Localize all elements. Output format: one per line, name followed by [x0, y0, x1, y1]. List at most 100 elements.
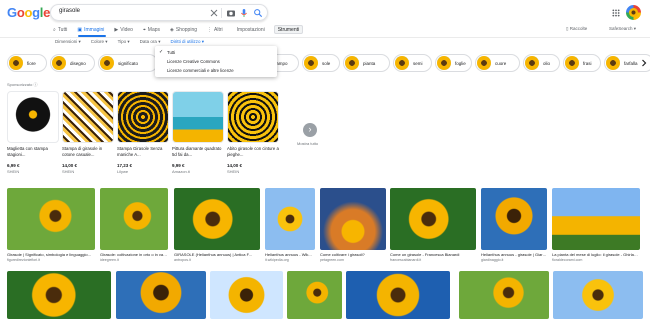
- result-caption[interactable]: GIRASOLE (Helianthus annuus) | Antica F.…: [174, 252, 260, 257]
- chip-semi[interactable]: semi: [393, 54, 432, 72]
- image-result[interactable]: [7, 271, 111, 319]
- tab-impostazioni[interactable]: Impostazioni: [236, 25, 266, 34]
- product-image[interactable]: [227, 91, 279, 143]
- search-input[interactable]: girasole: [59, 8, 80, 14]
- product-image[interactable]: [62, 91, 114, 143]
- product-card[interactable]: Stampa Girasole Senza maniche A... 17,23 …: [117, 91, 169, 174]
- filter-2[interactable]: Tipo ▾: [118, 39, 130, 45]
- chip-disegno[interactable]: disegno: [50, 54, 95, 72]
- result-caption[interactable]: Helianthus annuus - girasole | Giardi...: [481, 252, 547, 257]
- chip-sole[interactable]: sole: [302, 54, 340, 72]
- result-image[interactable]: [265, 188, 315, 250]
- image-result[interactable]: [459, 271, 549, 319]
- dropdown-item[interactable]: Tutti: [167, 50, 175, 55]
- image-result[interactable]: [210, 271, 283, 319]
- product-title[interactable]: Abito girasole con cinture a pieghe...: [227, 146, 279, 162]
- result-image[interactable]: [346, 271, 450, 319]
- image-result[interactable]: Girasole: coltivazione in orto o in vaso…: [100, 188, 168, 266]
- related-chips: fiore disegno significato campo sole pianta se…: [7, 54, 650, 74]
- chip-label: pianta: [363, 60, 376, 66]
- result-caption[interactable]: Come coltivare i girasoli?: [320, 252, 386, 257]
- chip-olio[interactable]: olio: [523, 54, 560, 72]
- search-icon[interactable]: [253, 8, 263, 18]
- chip-thumbnail: [304, 56, 318, 70]
- result-image[interactable]: [552, 188, 640, 250]
- tab-altri[interactable]: ⋮ Altri: [206, 25, 224, 34]
- image-result[interactable]: Come un girasole - Francesca Bianardi fra…: [390, 188, 476, 266]
- filter-0[interactable]: Dimensioni ▾: [55, 39, 81, 45]
- result-image[interactable]: [174, 188, 260, 250]
- show-all-label[interactable]: Mostra tutto: [297, 141, 318, 146]
- result-image[interactable]: [7, 188, 95, 250]
- image-result[interactable]: [287, 271, 342, 319]
- dropdown-item[interactable]: Licenze commerciali e altre licenze: [167, 68, 234, 73]
- tab-maps[interactable]: ⌖ Maps: [142, 25, 161, 34]
- safesearch-link[interactable]: SafeSearch ▾: [609, 26, 636, 32]
- result-image[interactable]: [320, 188, 386, 250]
- product-image[interactable]: [7, 91, 59, 143]
- product-title[interactable]: Pittura diamante quadrato 5d fai da...: [172, 146, 224, 162]
- result-image[interactable]: [210, 271, 283, 319]
- product-card[interactable]: Maglietta con stampa stagioni... 6,99 € SH…: [7, 91, 59, 174]
- result-source: figuredirezioniefiori.it: [7, 258, 40, 262]
- google-logo[interactable]: Google: [7, 5, 50, 20]
- result-caption[interactable]: Helianthus annuus - Wik...: [265, 252, 315, 257]
- result-image[interactable]: [287, 271, 342, 319]
- tab-tutti[interactable]: ⌕ Tutti: [52, 25, 68, 34]
- image-result[interactable]: Helianthus annuus - Wik... it.wikipedia.o…: [265, 188, 315, 266]
- image-result[interactable]: Come coltivare i girasoli? petagreen.com: [320, 188, 386, 266]
- chip-pianta[interactable]: pianta: [343, 54, 390, 72]
- product-image[interactable]: [172, 91, 224, 143]
- tab-strumenti[interactable]: Strumenti: [273, 25, 304, 34]
- product-title[interactable]: Stampa Girasole Senza maniche A...: [117, 146, 169, 162]
- image-result[interactable]: [553, 271, 643, 319]
- image-result[interactable]: Helianthus annuus - girasole | Giardi...…: [481, 188, 547, 266]
- chip-cuore[interactable]: cuore: [475, 54, 520, 72]
- image-result[interactable]: GIRASOLE (Helianthus annuus) | Antica F.…: [174, 188, 260, 266]
- chevron-right-icon[interactable]: [640, 59, 648, 67]
- product-image[interactable]: [117, 91, 169, 143]
- product-card[interactable]: Abito girasole con cinture a pieghe... 14…: [227, 91, 279, 174]
- tab-immagini[interactable]: ▣ Immagini: [76, 25, 105, 34]
- filter-1[interactable]: Colore ▾: [91, 39, 108, 45]
- result-image[interactable]: [390, 188, 476, 250]
- more-arrow-button[interactable]: ›: [303, 123, 317, 137]
- close-icon[interactable]: [209, 8, 219, 18]
- product-title[interactable]: Stampa di girasole in cotone casuale...: [62, 146, 114, 162]
- camera-icon[interactable]: [226, 8, 236, 18]
- product-card[interactable]: Pittura diamante quadrato 5d fai da... 9,…: [172, 91, 224, 174]
- image-result[interactable]: [346, 271, 450, 319]
- result-caption[interactable]: Girasole | Significato, simbologia e lin…: [7, 252, 95, 257]
- tool-filters: Dimensioni ▾ Colore ▾ Tipo ▾ Data ora ▾ Diri…: [55, 39, 204, 45]
- image-result[interactable]: Girasole | Significato, simbologia e lin…: [7, 188, 95, 266]
- product-title[interactable]: Maglietta con stampa stagioni...: [7, 146, 59, 162]
- chip-frasi[interactable]: frasi: [563, 54, 601, 72]
- mic-icon[interactable]: [239, 8, 249, 18]
- product-card[interactable]: Stampa di girasole in cotone casuale... 1…: [62, 91, 114, 174]
- filter-3[interactable]: Data ora ▾: [140, 39, 161, 45]
- chip-significato[interactable]: significato: [98, 54, 158, 72]
- tab-video[interactable]: ▶ Video: [113, 25, 134, 34]
- avatar[interactable]: [626, 5, 641, 20]
- result-image[interactable]: [116, 271, 206, 319]
- result-caption[interactable]: La pianta del mese di luglio: il girasol…: [552, 252, 640, 257]
- result-caption[interactable]: Come un girasole - Francesca Bianardi: [390, 252, 476, 257]
- dropdown-item[interactable]: Licenze Creative Commons: [167, 59, 220, 64]
- chevron-down-icon: ▾: [200, 39, 204, 44]
- raccolte-link[interactable]: ▯ Raccolte: [566, 26, 587, 32]
- filter-4[interactable]: Diritti di utilizzo ▾: [170, 39, 204, 45]
- search-box[interactable]: girasole: [50, 4, 268, 21]
- tab-shopping[interactable]: ◈ Shopping: [169, 25, 198, 34]
- result-image[interactable]: [7, 271, 111, 319]
- result-image[interactable]: [481, 188, 547, 250]
- result-image[interactable]: [459, 271, 549, 319]
- chip-fiore[interactable]: fiore: [7, 54, 47, 72]
- result-image[interactable]: [100, 188, 168, 250]
- result-image[interactable]: [553, 271, 643, 319]
- result-caption[interactable]: Girasole: coltivazione in orto o in vaso…: [100, 252, 168, 257]
- image-result[interactable]: La pianta del mese di luglio: il girasol…: [552, 188, 640, 266]
- image-result[interactable]: [116, 271, 206, 319]
- apps-grid-icon[interactable]: [612, 9, 620, 17]
- chip-label: sole: [322, 60, 331, 66]
- chip-foglie[interactable]: foglie: [435, 54, 472, 72]
